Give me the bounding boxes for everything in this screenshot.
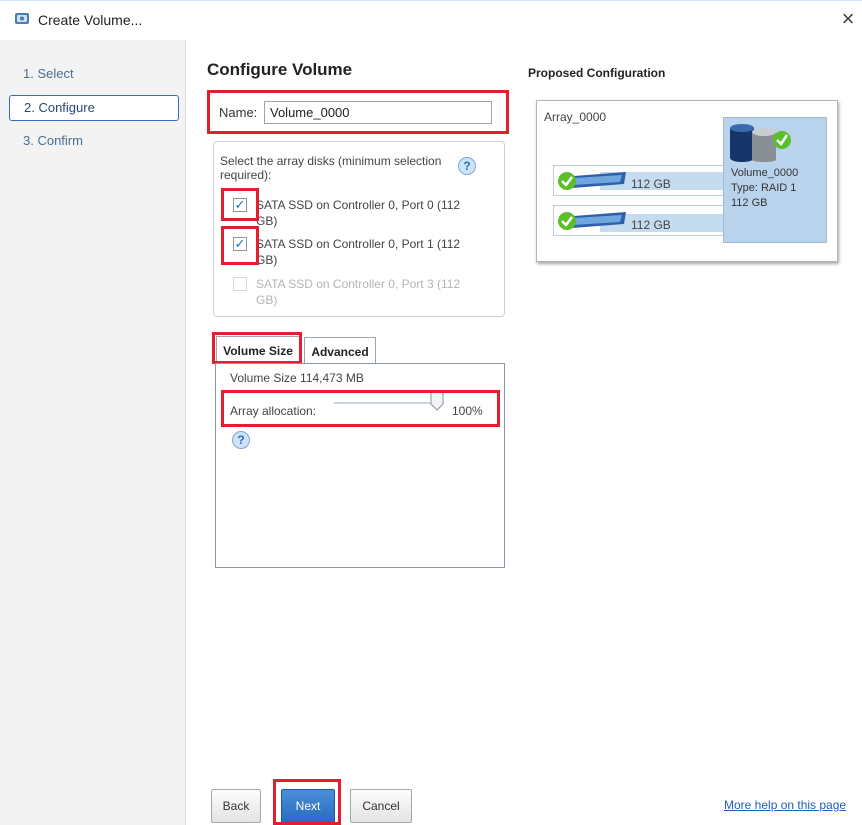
volume-type: Type: RAID 1: [731, 182, 797, 194]
highlight-checkbox-port1: [221, 226, 259, 265]
disk-label-port0: SATA SSD on Controller 0, Port 0 (112 GB…: [256, 198, 461, 228]
step-configure[interactable]: 2. Configure: [9, 95, 179, 121]
disk-checkbox-port3[interactable]: [233, 277, 247, 291]
ssd-icon: [558, 212, 626, 230]
array-name: Array_0000: [544, 110, 607, 124]
disk-size: 112 GB: [631, 218, 671, 232]
disk-label-port1: SATA SSD on Controller 0, Port 1 (112 GB…: [256, 237, 461, 267]
highlight-next-button: [273, 779, 341, 825]
close-button[interactable]: ×: [836, 6, 860, 32]
back-button[interactable]: Back: [211, 789, 261, 823]
disk-instructions: Select the array disks (minimum selectio…: [220, 154, 442, 182]
disk-size: 112 GB: [631, 177, 671, 191]
wizard-steps-sidebar: 1. Select 2. Configure 3. Confirm: [0, 40, 186, 825]
more-help-link[interactable]: More help on this page: [724, 798, 846, 812]
step-select[interactable]: 1. Select: [9, 62, 179, 88]
window-title: Create Volume...: [38, 12, 143, 28]
volume-name-input[interactable]: [264, 101, 492, 124]
highlight-checkbox-port0: [221, 188, 259, 221]
page-title: Configure Volume: [207, 60, 353, 79]
app-icon: [15, 13, 29, 24]
proposed-config-title: Proposed Configuration: [528, 66, 666, 80]
volume-name: Volume_0000: [731, 167, 799, 179]
volume-size: 112 GB: [731, 197, 768, 209]
highlight-volume-size-tab: [212, 332, 302, 364]
name-label: Name:: [219, 105, 258, 120]
volume-icon: [730, 124, 791, 162]
cancel-button[interactable]: Cancel: [350, 789, 412, 823]
step-confirm[interactable]: 3. Confirm: [9, 129, 179, 155]
volume-size-text: Volume Size 114,473 MB: [230, 371, 364, 385]
help-icon[interactable]: ?: [458, 157, 476, 175]
help-icon[interactable]: ?: [232, 431, 250, 449]
highlight-array-allocation: [221, 390, 500, 427]
ssd-icon: [558, 172, 626, 190]
disk-label-port3: SATA SSD on Controller 0, Port 3 (112 GB…: [256, 277, 461, 307]
tab-advanced[interactable]: Advanced: [304, 337, 376, 364]
